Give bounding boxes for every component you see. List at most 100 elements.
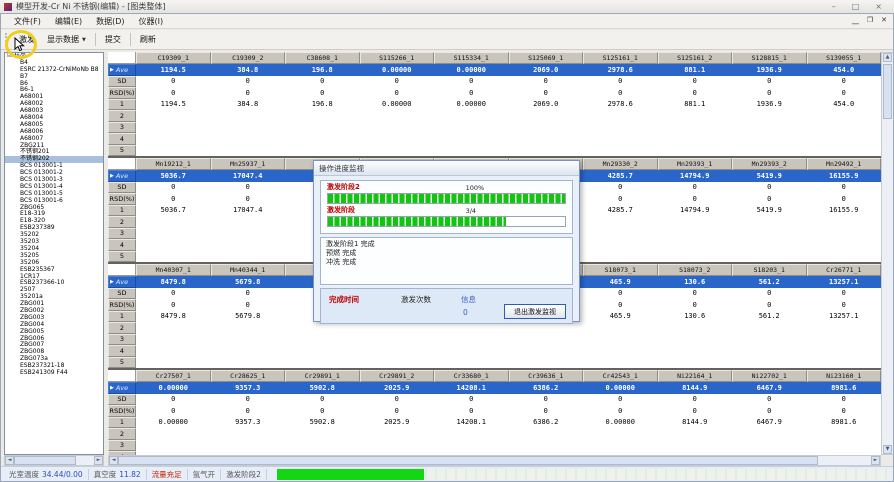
grid-cell[interactable]: 881.1 [658,99,733,111]
grid-cell[interactable]: 1194.5 [136,64,211,76]
row-label[interactable]: 5 [108,251,136,263]
grid-cell[interactable] [509,345,584,357]
row-label[interactable]: Ave▶ [108,382,136,394]
grid-cell[interactable]: 196.8 [285,99,360,111]
column-header[interactable]: S125161_1 [583,52,658,64]
column-header[interactable]: Ni23160_1 [807,370,882,382]
grid-cell[interactable]: 14208.1 [434,417,509,429]
grid-cell[interactable]: 8981.6 [807,382,882,394]
grid-cell[interactable] [285,357,360,369]
column-header[interactable]: Cr29891_2 [360,370,435,382]
grid-cell[interactable]: 5679.8 [211,311,286,323]
grid-cell[interactable] [583,110,658,122]
grid-cell[interactable] [658,428,733,440]
grid-cell[interactable]: 0.00000 [360,64,435,76]
grid-cell[interactable] [583,133,658,145]
grid-cell[interactable] [211,357,286,369]
row-label[interactable]: 3 [108,228,136,240]
grid-cell[interactable]: 4285.7 [583,205,658,217]
grid-cell[interactable]: 0 [136,288,211,300]
grid-cell[interactable] [136,428,211,440]
row-label[interactable]: 1 [108,417,136,429]
grid-cell[interactable] [434,110,509,122]
column-header[interactable]: S128815_1 [732,52,807,64]
scroll-up-icon[interactable]: ▲ [883,53,892,62]
grid-cell[interactable] [211,122,286,134]
grid-cell[interactable]: 0 [509,405,584,417]
grid-cell[interactable]: 5902.8 [285,382,360,394]
grid-cell[interactable]: 0 [583,394,658,406]
grid-cell[interactable] [211,322,286,334]
scroll-right-icon[interactable]: ► [871,456,880,465]
grid-cell[interactable] [434,122,509,134]
grid-cell[interactable] [211,428,286,440]
grid-cell[interactable]: 0 [732,299,807,311]
grid-cell[interactable]: 0 [136,405,211,417]
grid-cell[interactable] [136,334,211,346]
row-label[interactable]: SD [108,394,136,406]
grid-cell[interactable] [136,345,211,357]
grid-cell[interactable]: 5679.8 [211,276,286,288]
grid-cell[interactable]: 13257.1 [807,276,882,288]
tree-horizontal-scrollbar[interactable]: ◄ ► [4,455,104,466]
grid-cell[interactable] [807,357,882,369]
column-header[interactable]: S18073_2 [658,264,733,276]
grid-cell[interactable] [434,440,509,452]
grid-cell[interactable]: 881.1 [658,64,733,76]
grid-cell[interactable] [583,228,658,240]
row-label[interactable]: 2 [108,110,136,122]
grid-cell[interactable]: 0 [807,182,882,194]
grid-cell[interactable]: 14794.9 [658,170,733,182]
grid-cell[interactable]: 0 [732,288,807,300]
grid-cell[interactable]: 0 [658,299,733,311]
column-header[interactable]: Ni22702_1 [732,370,807,382]
scroll-left-icon[interactable]: ◄ [109,456,118,465]
grid-cell[interactable] [732,122,807,134]
grid-cell[interactable]: 130.6 [658,311,733,323]
grid-cell[interactable]: 0.00000 [434,64,509,76]
grid-cell[interactable]: 0 [211,182,286,194]
column-header[interactable]: C19309_2 [211,52,286,64]
grid-cell[interactable]: 0 [211,394,286,406]
grid-cell[interactable]: 14208.1 [434,382,509,394]
grid-cell[interactable] [136,145,211,157]
grid-cell[interactable]: 0 [583,76,658,88]
grid-cell[interactable] [807,345,882,357]
grid-cell[interactable]: 0 [807,288,882,300]
maximize-button[interactable]: □ [852,2,860,11]
grid-cell[interactable] [509,428,584,440]
grid-cell[interactable] [658,239,733,251]
column-header[interactable]: S139055_1 [807,52,882,64]
grid-cell[interactable] [807,322,882,334]
grid-cell[interactable] [807,440,882,452]
grid-cell[interactable]: 0 [434,76,509,88]
row-label[interactable]: 3 [108,334,136,346]
grid-cell[interactable]: 0 [732,87,807,99]
grid-cell[interactable] [658,345,733,357]
column-header[interactable]: Mn29492_1 [807,158,882,170]
grid-cell[interactable] [211,228,286,240]
grid-cell[interactable]: 0 [658,76,733,88]
grid-cell[interactable] [136,228,211,240]
row-label[interactable]: RSD(%) [108,193,136,205]
grid-cell[interactable]: 0 [136,394,211,406]
grid-cell[interactable]: 384.8 [211,99,286,111]
grid-cell[interactable]: 8479.8 [136,276,211,288]
minimize-button[interactable]: – [832,2,836,11]
grid-cell[interactable] [807,334,882,346]
grid-cell[interactable] [732,345,807,357]
grid-cell[interactable] [285,110,360,122]
row-label[interactable]: 5 [108,145,136,157]
mdi-close-button[interactable]: ✕ [881,16,887,26]
grid-cell[interactable]: 5419.9 [732,205,807,217]
grid-cell[interactable] [434,345,509,357]
grid-cell[interactable]: 17047.4 [211,170,286,182]
grid-cell[interactable]: 465.9 [583,311,658,323]
grid-cell[interactable]: 4285.7 [583,170,658,182]
grid-cell[interactable] [583,251,658,263]
grid-cell[interactable] [136,216,211,228]
row-label[interactable]: SD [108,76,136,88]
column-header[interactable]: S125069_1 [509,52,584,64]
column-header[interactable]: S115334_1 [434,52,509,64]
grid-cell[interactable] [211,110,286,122]
